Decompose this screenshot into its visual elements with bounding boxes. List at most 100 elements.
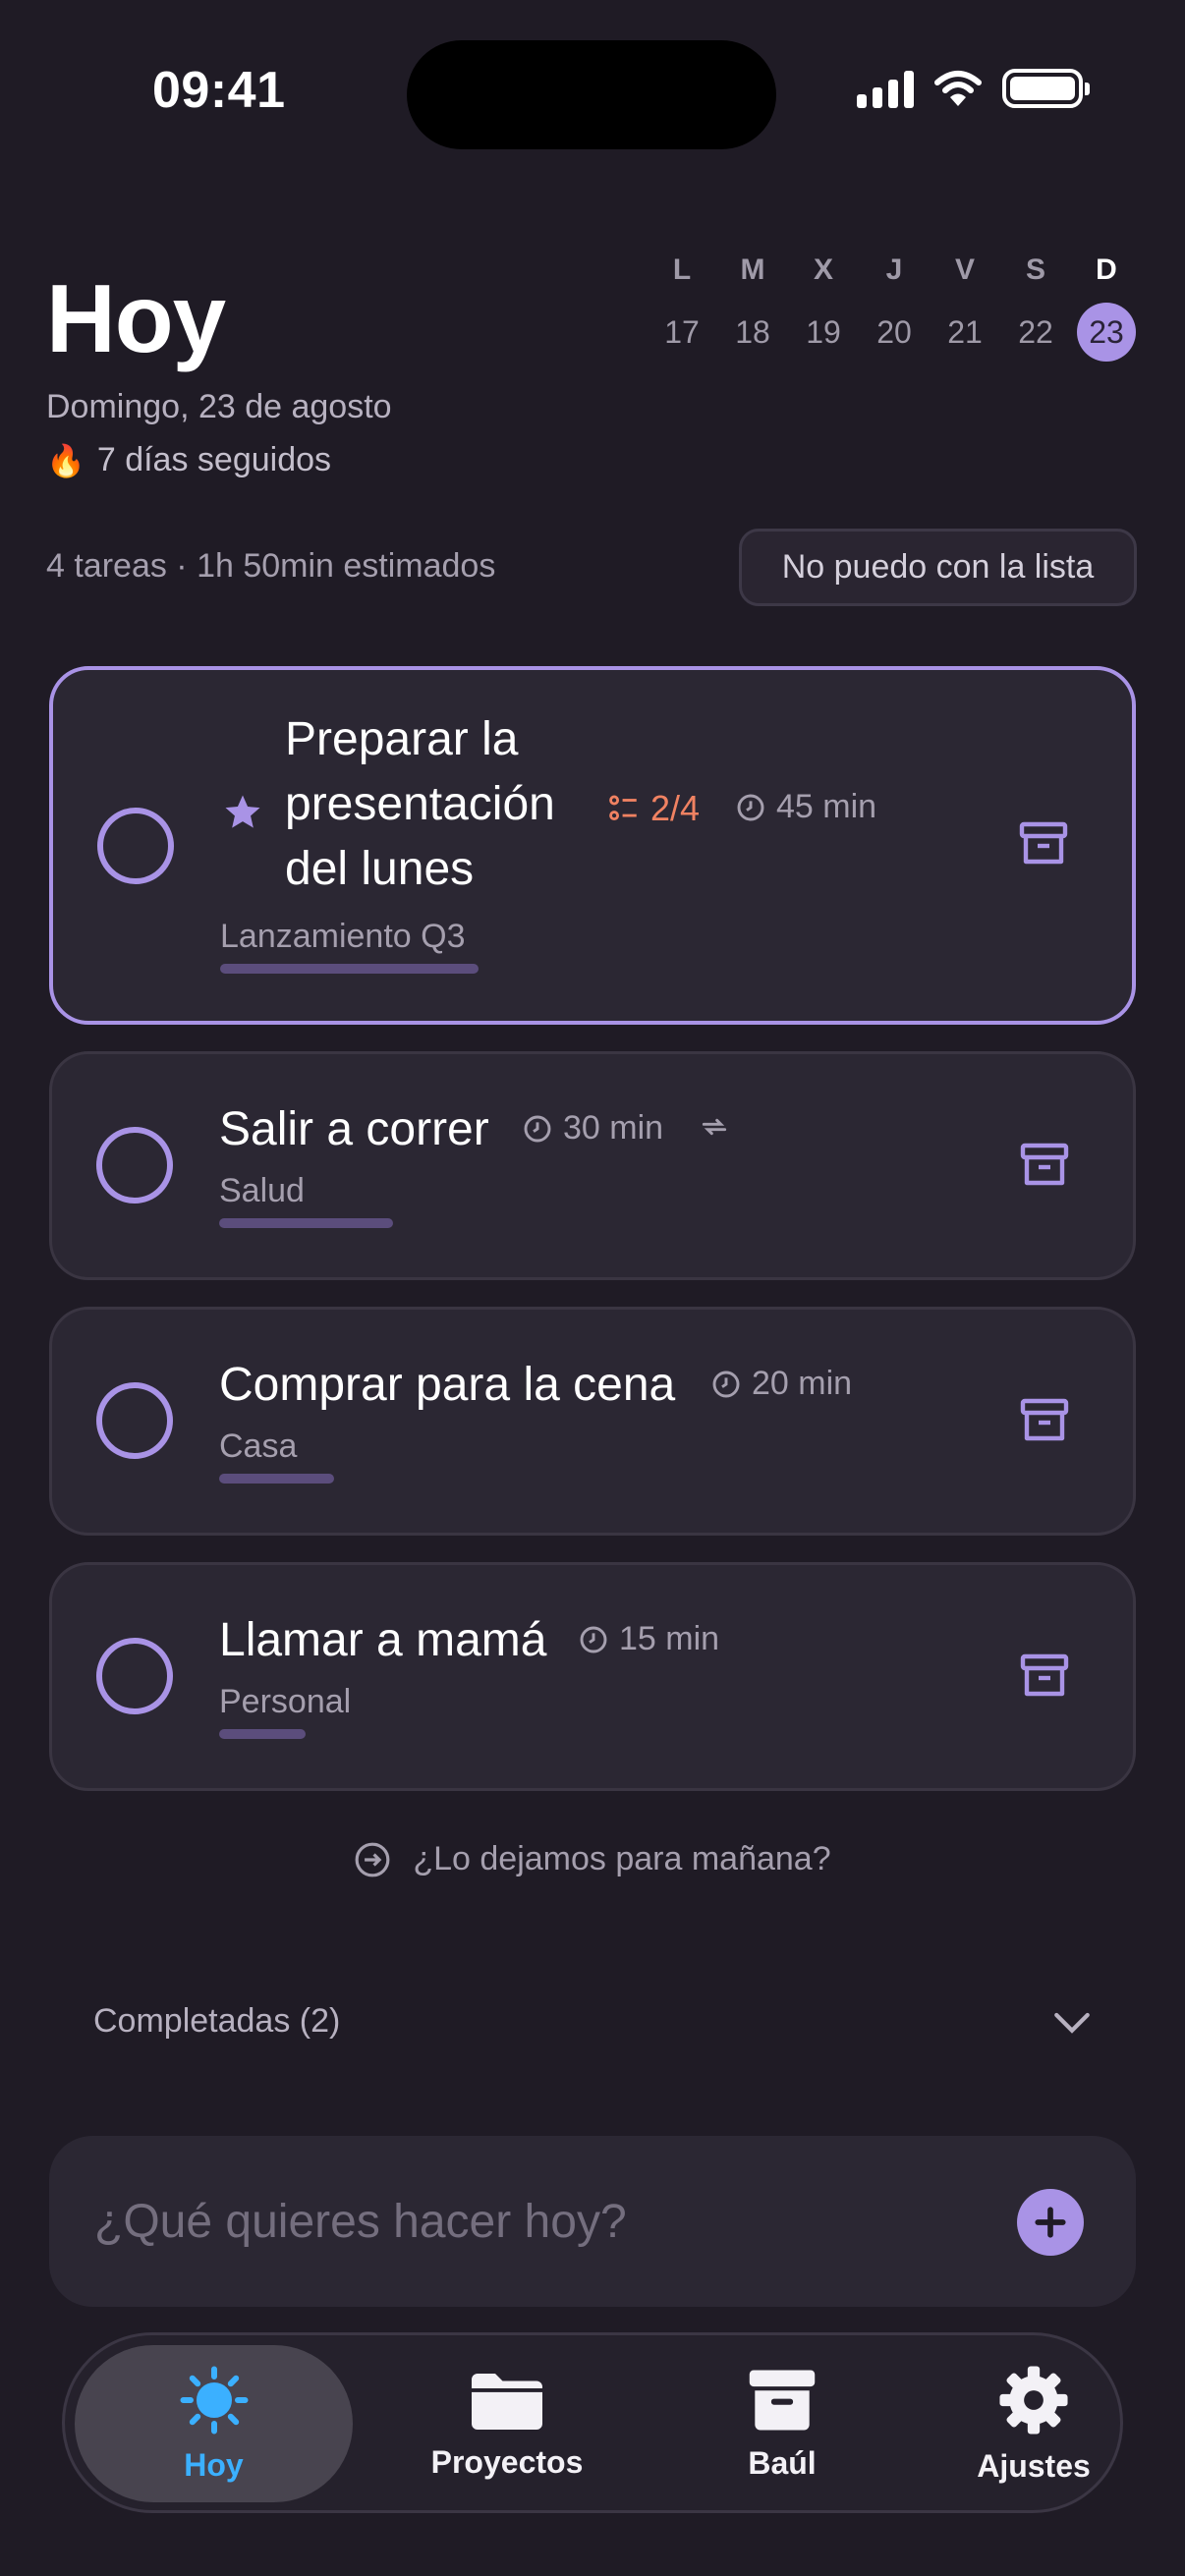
battery-icon — [1002, 69, 1090, 108]
day-letter: X — [813, 253, 833, 286]
day-number: 22 — [1018, 313, 1053, 350]
duration-text: 45 min — [776, 788, 877, 825]
task-project: Casa — [219, 1428, 334, 1484]
day-letter: M — [740, 253, 765, 286]
tab-today[interactable]: Hoy — [75, 2345, 353, 2502]
clock-icon — [524, 1115, 551, 1142]
day-wednesday[interactable]: X 19 — [794, 253, 853, 362]
page-title: Hoy — [46, 264, 226, 372]
task-duration: 45 min — [735, 788, 876, 826]
project-bar — [219, 1729, 306, 1739]
task-checkbox[interactable] — [96, 1127, 173, 1204]
day-thursday[interactable]: J 20 — [865, 253, 924, 362]
archive-icon[interactable] — [1019, 1396, 1070, 1445]
project-bar — [220, 964, 479, 974]
sun-icon — [180, 2366, 248, 2434]
fire-icon: 🔥 — [46, 442, 85, 478]
day-friday[interactable]: V 21 — [935, 253, 994, 362]
archive-icon[interactable] — [1019, 1652, 1070, 1701]
gear-icon — [999, 2365, 1068, 2435]
dynamic-island — [407, 40, 776, 149]
day-number: 17 — [664, 313, 700, 350]
task-checkbox[interactable] — [97, 808, 174, 884]
day-monday[interactable]: L 17 — [652, 253, 711, 362]
wifi-icon — [934, 71, 982, 106]
day-saturday[interactable]: S 22 — [1006, 253, 1065, 362]
duration-text: 30 min — [563, 1109, 664, 1147]
clock-icon — [737, 794, 764, 820]
day-letter: J — [885, 253, 903, 286]
tab-label: Ajustes — [977, 2447, 1091, 2484]
task-project: Salud — [219, 1172, 393, 1228]
task-card[interactable]: Comprar para la cena 20 min Casa — [49, 1307, 1136, 1536]
day-number: 21 — [947, 313, 983, 350]
task-duration: 30 min — [522, 1109, 663, 1148]
task-card[interactable]: Salir a correr 30 min Salud — [49, 1051, 1136, 1280]
tab-vault[interactable]: Baúl — [654, 2345, 910, 2502]
day-letter: S — [1025, 253, 1045, 286]
task-checkbox[interactable] — [96, 1382, 173, 1459]
day-sunday-selected[interactable]: D 23 — [1077, 253, 1136, 362]
task-duration: 20 min — [710, 1365, 852, 1403]
folder-icon — [472, 2373, 542, 2430]
subtask-progress: 2/4 — [607, 788, 700, 829]
task-checkbox[interactable] — [96, 1638, 173, 1714]
day-letter: L — [672, 253, 692, 286]
task-card[interactable]: Preparar la presentación del lunes 2/4 4… — [49, 666, 1136, 1025]
duration-text: 15 min — [619, 1620, 720, 1657]
task-title: Salir a correr — [219, 1103, 489, 1155]
archive-icon[interactable] — [1019, 1141, 1070, 1190]
clock-icon — [712, 1371, 740, 1397]
project-bar — [219, 1218, 393, 1228]
overwhelm-button[interactable]: No puedo con la lista — [739, 529, 1137, 606]
arrow-right-circle-icon — [355, 1842, 390, 1876]
project-label: Salud — [219, 1172, 305, 1209]
add-task-button[interactable] — [1017, 2189, 1084, 2256]
status-icons — [857, 69, 1090, 108]
task-project: Lanzamiento Q3 — [220, 918, 479, 974]
archive-icon — [749, 2370, 816, 2430]
day-number: 18 — [735, 313, 770, 350]
archive-icon[interactable] — [1018, 819, 1069, 868]
add-task-input[interactable] — [94, 2194, 979, 2249]
day-number: 19 — [806, 313, 841, 350]
today-screen: 09:41 Hoy Domingo, 23 de agosto 🔥 7 días… — [0, 0, 1185, 2576]
repeat-icon — [702, 1118, 727, 1136]
cellular-signal-icon — [857, 69, 914, 108]
day-number: 20 — [876, 313, 912, 350]
plus-icon — [1035, 2207, 1066, 2238]
project-bar — [219, 1474, 334, 1484]
postpone-link[interactable]: ¿Lo dejamos para mañana? — [0, 1840, 1185, 1878]
task-project: Personal — [219, 1683, 351, 1739]
task-title: Llamar a mamá — [219, 1614, 547, 1666]
day-tuesday[interactable]: M 18 — [723, 253, 782, 362]
task-title: Comprar para la cena — [219, 1359, 676, 1411]
clock-icon — [580, 1626, 607, 1652]
chevron-down-icon[interactable] — [1051, 2004, 1093, 2040]
status-time: 09:41 — [152, 62, 286, 119]
task-summary: 4 tareas · 1h 50min estimados — [46, 547, 496, 585]
task-duration: 15 min — [578, 1620, 719, 1658]
task-title-line: presentación — [285, 778, 555, 830]
day-letter: V — [954, 253, 975, 286]
completed-section-toggle[interactable]: Completadas (2) — [93, 2002, 340, 2041]
tab-label: Proyectos — [430, 2443, 584, 2480]
tab-projects[interactable]: Proyectos — [379, 2345, 635, 2502]
project-label: Lanzamiento Q3 — [220, 918, 466, 955]
subtask-list-icon — [609, 795, 637, 821]
tab-settings[interactable]: Ajustes — [906, 2345, 1161, 2502]
date-label: Domingo, 23 de agosto — [46, 388, 392, 425]
postpone-text: ¿Lo dejamos para mañana? — [413, 1840, 831, 1877]
task-title-line: del lunes — [285, 843, 475, 895]
day-number: 23 — [1077, 303, 1136, 362]
add-task-bar — [49, 2136, 1136, 2307]
project-label: Casa — [219, 1428, 298, 1465]
task-card[interactable]: Llamar a mamá 15 min Personal — [49, 1562, 1136, 1791]
duration-text: 20 min — [752, 1365, 853, 1402]
task-title-line: Preparar la — [285, 713, 519, 765]
project-label: Personal — [219, 1683, 352, 1720]
star-icon — [225, 795, 260, 828]
subtask-count: 2/4 — [650, 788, 701, 828]
tab-label: Baúl — [748, 2444, 817, 2481]
task-title: Preparar la presentación del lunes — [285, 707, 590, 902]
